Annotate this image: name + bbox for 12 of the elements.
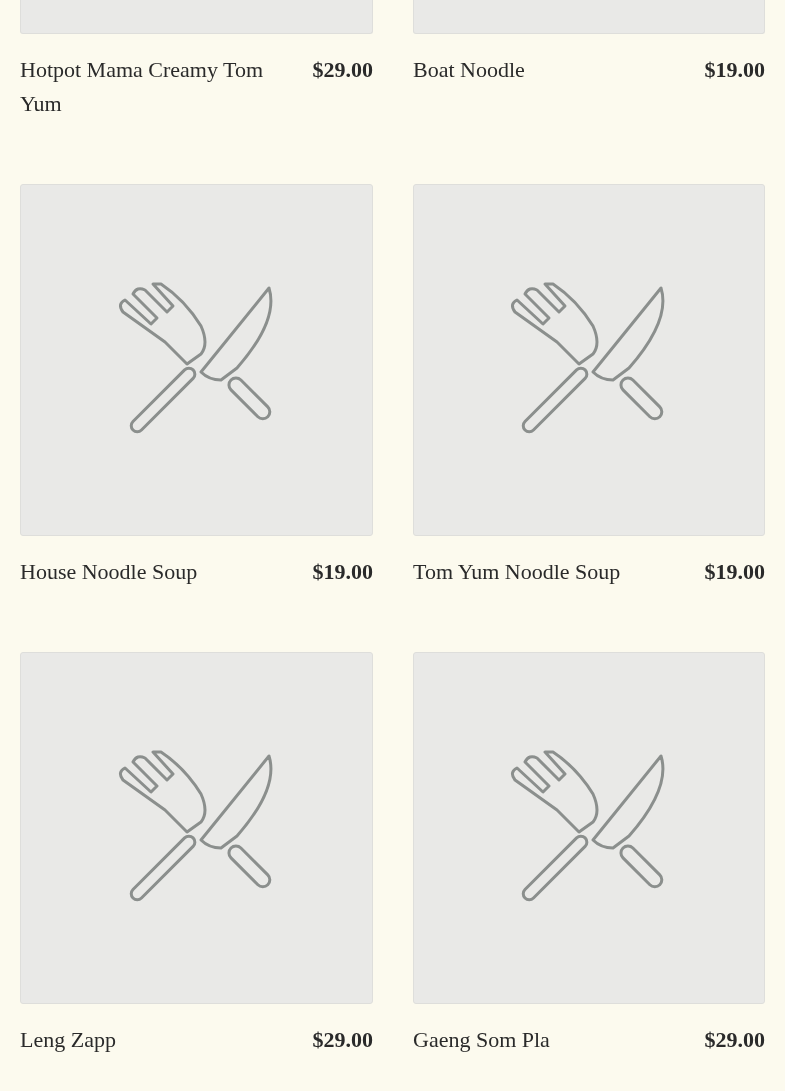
dish-price: $19.00: [704, 56, 765, 84]
dish-name: House Noodle Soup: [20, 558, 198, 586]
dish-price: $29.00: [312, 1026, 373, 1054]
dish-price: $19.00: [704, 558, 765, 586]
dish-name: Leng Zapp: [20, 1026, 116, 1054]
dish-name: Gaeng Som Pla: [413, 1026, 550, 1054]
dish-name: Tom Yum Noodle Soup: [413, 558, 621, 586]
dish-name: Hotpot Mama Creamy Tom Yum: [20, 56, 265, 118]
dish-price: $29.00: [312, 56, 373, 84]
dish-name: Boat Noodle: [413, 56, 525, 84]
dish-price: $29.00: [704, 1026, 765, 1054]
dish-price: $19.00: [312, 558, 373, 586]
